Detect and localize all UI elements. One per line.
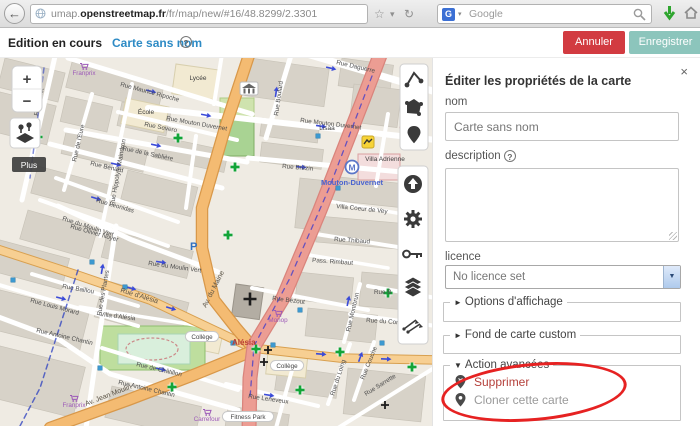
section-advanced-actions: ▼Action avancées Supprimer Cloner cette … bbox=[443, 359, 681, 421]
close-icon[interactable]: × bbox=[680, 64, 688, 79]
traffic-signal-marker bbox=[98, 366, 102, 370]
street-label: Rue B bbox=[374, 289, 392, 296]
draw-toolbar bbox=[400, 64, 428, 150]
poi-pill-label: Collège bbox=[276, 363, 298, 370]
delete-marker-icon bbox=[454, 374, 467, 389]
browser-back-button[interactable]: ← bbox=[4, 3, 25, 24]
district-label: Alésia bbox=[232, 338, 256, 347]
traffic-signal-marker bbox=[271, 343, 275, 347]
chevron-down-icon: ▼ bbox=[663, 266, 680, 288]
shop-label: Monop bbox=[268, 317, 288, 324]
map-properties-panel: × Éditer les propriétés de la carte nom … bbox=[432, 58, 700, 426]
edit-toolbar bbox=[398, 166, 428, 344]
url-path: /fr/map/new/#16/48.8299/2.3301 bbox=[166, 8, 317, 20]
map-canvas[interactable]: Rue DaguerreRue Mouton DuvernetRue Mouto… bbox=[0, 58, 432, 426]
save-button[interactable]: Enregistrer bbox=[629, 31, 700, 54]
manage-layers-button[interactable] bbox=[404, 277, 422, 297]
home-icon[interactable] bbox=[684, 6, 698, 20]
metro-letter: M bbox=[348, 163, 355, 173]
section-advanced-actions-toggle[interactable]: ▼Action avancées bbox=[450, 359, 553, 371]
traffic-signal-marker bbox=[90, 260, 94, 264]
delete-map-link[interactable]: Supprimer bbox=[454, 374, 680, 389]
name-label: nom bbox=[445, 96, 467, 108]
search-icon[interactable] bbox=[633, 8, 646, 21]
clone-marker-icon bbox=[454, 392, 467, 407]
zoom-in-button[interactable]: + bbox=[23, 71, 32, 88]
section-custom-background: ►Fond de carte custom bbox=[443, 329, 681, 354]
town-hall-icon bbox=[240, 82, 258, 95]
url-domain: openstreetmap.fr bbox=[80, 8, 166, 20]
umap-header: Edition en cours Carte sans nom ? Annule… bbox=[0, 28, 700, 58]
map-settings-gear-button[interactable] bbox=[404, 210, 422, 228]
description-textarea[interactable] bbox=[445, 168, 679, 242]
google-logo-icon: G bbox=[442, 8, 455, 21]
clone-map-link[interactable]: Cloner cette carte bbox=[454, 392, 680, 407]
traffic-signal-marker bbox=[298, 308, 302, 312]
zoom-out-button[interactable]: − bbox=[23, 93, 32, 110]
traffic-signal-marker bbox=[11, 278, 15, 282]
url-prefix: umap. bbox=[51, 8, 80, 20]
search-input[interactable]: G ▾ Google bbox=[437, 4, 652, 24]
shop-label: Carrefour bbox=[194, 416, 221, 423]
place-label: École bbox=[138, 107, 155, 116]
shop-label: Franprix bbox=[72, 70, 96, 77]
search-placeholder: Google bbox=[469, 8, 503, 20]
expanded-arrow-icon: ▼ bbox=[454, 361, 462, 370]
section-custom-background-toggle[interactable]: ►Fond de carte custom bbox=[450, 329, 580, 341]
poi-pill-label: Fitness Park bbox=[231, 414, 267, 421]
import-data-button[interactable] bbox=[404, 175, 422, 193]
map-name-input[interactable] bbox=[445, 112, 679, 141]
place-label: Lisaa bbox=[319, 125, 335, 132]
bookmark-star-icon[interactable]: ☆ bbox=[374, 6, 385, 22]
umap-editor-screen: ← umap.openstreetmap.fr/fr/map/new/#16/4… bbox=[0, 0, 700, 426]
address-bar[interactable]: umap.openstreetmap.fr/fr/map/new/#16/48.… bbox=[30, 4, 368, 24]
cancel-button[interactable]: Annuler bbox=[563, 31, 625, 54]
licence-label: licence bbox=[445, 251, 481, 263]
traffic-signal-marker bbox=[316, 134, 320, 138]
reload-icon[interactable]: ↻ bbox=[404, 6, 414, 22]
zoom-control[interactable]: + − bbox=[12, 66, 42, 112]
svg-text:Plus: Plus bbox=[21, 160, 38, 170]
resize-grip[interactable] bbox=[669, 232, 677, 240]
licence-select[interactable]: No licence set ▼ bbox=[445, 265, 681, 289]
traffic-signal-marker bbox=[380, 341, 384, 345]
section-display-options: ►Options d'affichage bbox=[443, 296, 681, 322]
panel-title: Éditer les propriétés de la carte bbox=[445, 74, 631, 88]
parking-label: P bbox=[190, 241, 197, 253]
help-icon[interactable]: ? bbox=[180, 36, 192, 48]
description-label: description ? bbox=[445, 150, 516, 162]
dropdown-caret-icon[interactable]: ▾ bbox=[390, 6, 395, 22]
tooltip-plus: Plus bbox=[12, 157, 46, 172]
download-arrow-icon[interactable] bbox=[662, 5, 677, 21]
globe-icon bbox=[35, 8, 46, 19]
post-office-icon bbox=[362, 136, 374, 148]
description-help-icon[interactable]: ? bbox=[504, 150, 516, 162]
shop-label: Franprix bbox=[62, 402, 86, 409]
collapsed-arrow-icon: ► bbox=[454, 298, 462, 307]
section-display-options-toggle[interactable]: ►Options d'affichage bbox=[450, 296, 567, 308]
browser-toolbar: ← umap.openstreetmap.fr/fr/map/new/#16/4… bbox=[0, 0, 700, 28]
search-engine-caret-icon[interactable]: ▾ bbox=[458, 10, 462, 18]
licence-value: No licence set bbox=[453, 271, 525, 283]
place-label: Lycée bbox=[189, 75, 206, 82]
more-controls-button[interactable] bbox=[10, 118, 40, 148]
collapsed-arrow-icon: ► bbox=[454, 331, 462, 340]
edit-status-label: Edition en cours bbox=[8, 36, 102, 50]
poi-pill-label: Collège bbox=[191, 334, 213, 341]
place-label: Villa Adrienne bbox=[365, 156, 405, 163]
metro-station-label: Mouton-Duvernet bbox=[321, 178, 384, 187]
